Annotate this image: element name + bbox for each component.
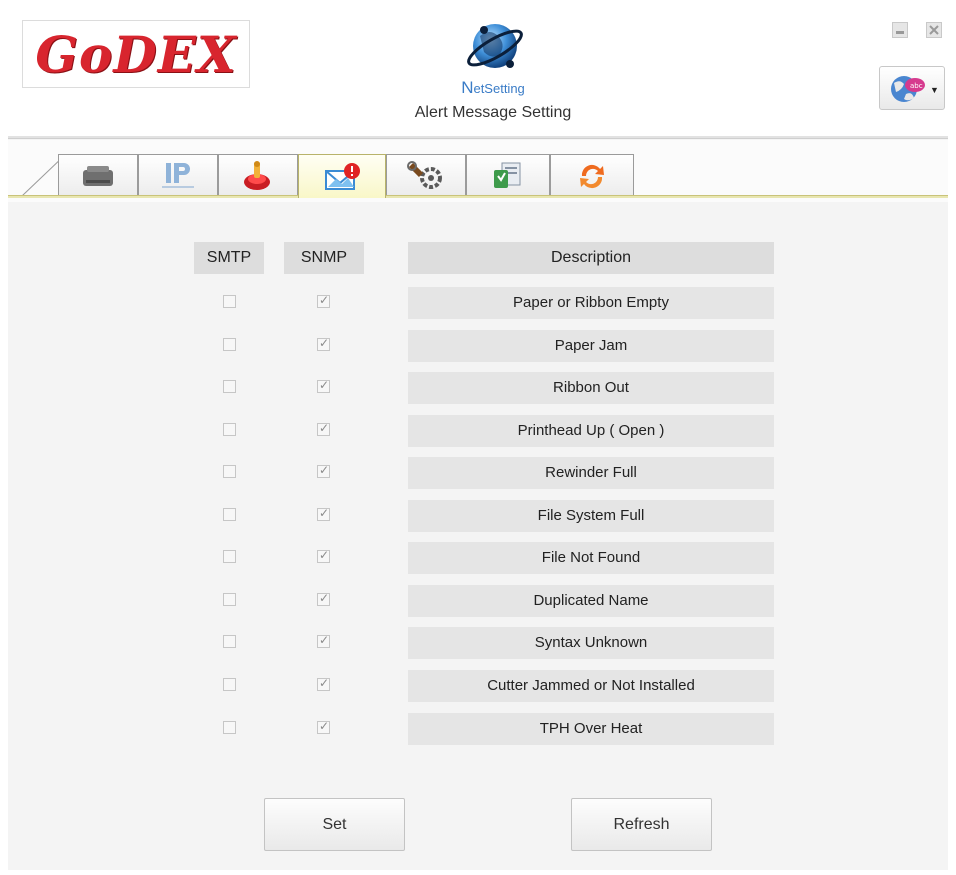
alert-description: Paper Jam <box>408 330 774 362</box>
alert-envelope-icon <box>325 162 360 190</box>
snmp-column-header: SNMP <box>284 242 364 274</box>
language-globe-icon: abc <box>891 76 925 102</box>
svg-text:abc: abc <box>910 82 923 90</box>
smtp-checkbox[interactable] <box>223 380 236 393</box>
page-title: Alert Message Setting <box>414 104 572 121</box>
snmp-checkbox[interactable] <box>317 676 330 691</box>
firmware-tab[interactable] <box>466 154 550 196</box>
smtp-checkbox[interactable] <box>223 338 236 351</box>
header: GoDEX NetSetting Alert Message Setting a… <box>8 8 948 136</box>
ip-network-icon <box>162 162 194 188</box>
alert-description: File System Full <box>408 500 774 532</box>
tab-baseline <box>8 195 948 198</box>
alert-description: Printhead Up ( Open ) <box>408 415 774 447</box>
snmp-checkbox[interactable] <box>317 336 330 351</box>
smtp-checkbox[interactable] <box>223 678 236 691</box>
alert-message-tab[interactable] <box>298 154 386 198</box>
chevron-down-icon: ▼ <box>930 85 939 95</box>
smtp-checkbox[interactable] <box>223 593 236 606</box>
smtp-checkbox[interactable] <box>223 295 236 308</box>
logo-text: GoDEX <box>35 24 237 84</box>
alert-description: Paper or Ribbon Empty <box>408 287 774 319</box>
printer-icon <box>83 165 113 186</box>
snmp-checkbox[interactable] <box>317 421 330 436</box>
snmp-checkbox[interactable] <box>317 591 330 606</box>
download-icon <box>494 162 521 188</box>
config-icon <box>244 160 270 190</box>
smtp-checkbox[interactable] <box>223 508 236 521</box>
language-button[interactable]: abc ▼ <box>879 66 945 110</box>
snmp-checkbox[interactable] <box>317 378 330 393</box>
netsetting-window: GoDEX NetSetting Alert Message Setting a… <box>8 8 948 870</box>
smtp-checkbox[interactable] <box>223 635 236 648</box>
header-divider <box>8 136 948 139</box>
alert-description: Duplicated Name <box>408 585 774 617</box>
smtp-checkbox[interactable] <box>223 423 236 436</box>
alert-description: Syntax Unknown <box>408 627 774 659</box>
app-name: NetSetting <box>461 78 525 97</box>
alert-description: Rewinder Full <box>408 457 774 489</box>
ip-network-tab[interactable] <box>138 154 218 196</box>
snmp-checkbox[interactable] <box>317 293 330 308</box>
snmp-checkbox[interactable] <box>317 463 330 478</box>
snmp-checkbox[interactable] <box>317 633 330 648</box>
alert-description: TPH Over Heat <box>408 713 774 745</box>
snmp-checkbox[interactable] <box>317 719 330 734</box>
smtp-checkbox[interactable] <box>223 465 236 478</box>
netsetting-app-icon <box>467 24 523 68</box>
godex-logo: GoDEX <box>22 20 250 88</box>
smtp-checkbox[interactable] <box>223 550 236 563</box>
set-button[interactable]: Set <box>264 798 405 851</box>
snmp-checkbox[interactable] <box>317 548 330 563</box>
close-icon <box>929 25 939 35</box>
restart-tab[interactable] <box>550 154 634 196</box>
gears-icon <box>407 160 442 189</box>
close-button[interactable] <box>926 22 942 38</box>
alert-description: File Not Found <box>408 542 774 574</box>
printer-config-tab[interactable] <box>218 154 298 196</box>
smtp-checkbox[interactable] <box>223 721 236 734</box>
alert-description: Cutter Jammed or Not Installed <box>408 670 774 702</box>
minimize-button[interactable] <box>892 22 908 38</box>
refresh-icon <box>580 164 604 188</box>
refresh-button[interactable]: Refresh <box>571 798 712 851</box>
description-column-header: Description <box>408 242 774 274</box>
printer-tab[interactable] <box>58 154 138 196</box>
tools-tab[interactable] <box>386 154 466 196</box>
snmp-checkbox[interactable] <box>317 506 330 521</box>
smtp-column-header: SMTP <box>194 242 264 274</box>
alert-description: Ribbon Out <box>408 372 774 404</box>
